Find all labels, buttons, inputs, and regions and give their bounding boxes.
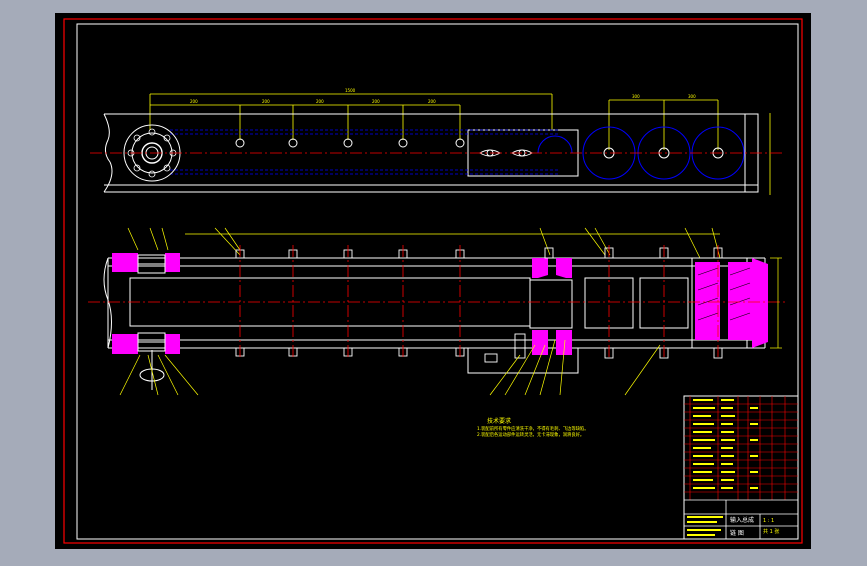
cad-drawing-viewport: 1500 200 200 200 200 200 300 300 技术要求 1.… (0, 0, 867, 562)
cad-drawing: 1500 200 200 200 200 200 300 300 技术要求 1.… (55, 13, 811, 549)
svg-text:300: 300 (688, 94, 696, 99)
svg-text:200: 200 (190, 99, 198, 104)
svg-text:1500: 1500 (345, 88, 356, 93)
svg-text:200: 200 (428, 99, 436, 104)
svg-text:200: 200 (372, 99, 380, 104)
notes-line: 2.装配后各运动部件运转灵活，无卡滞现象，润滑良好。 (477, 431, 584, 438)
drawing-name: 输入总成 (730, 516, 754, 524)
notes-line: 1.装配前所有零件应清洗干净，不得有毛刺、飞边等缺陷。 (477, 425, 589, 432)
svg-text:200: 200 (316, 99, 324, 104)
svg-text:200: 200 (262, 99, 270, 104)
part-name: 链 图 (730, 529, 744, 537)
sheet-count: 共 1 张 (763, 528, 779, 535)
scale-text: 1 : 1 (763, 518, 774, 524)
notes-heading: 技术要求 (487, 417, 511, 425)
svg-text:300: 300 (632, 94, 640, 99)
